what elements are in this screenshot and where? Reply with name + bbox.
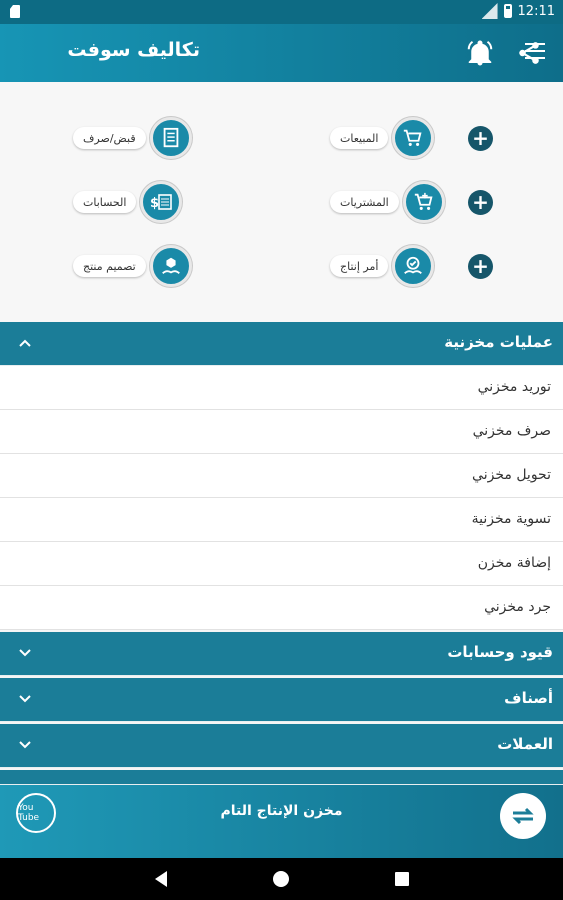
- back-icon[interactable]: [155, 871, 167, 887]
- svg-text:$: $: [150, 196, 159, 211]
- money-icon: $: [140, 181, 183, 223]
- warehouse-operations-list: توريد مخزني صرف مخزني تحويل مخزني تسوية …: [0, 366, 563, 630]
- cart-icon: [392, 117, 435, 159]
- product-design-icon: [149, 245, 192, 287]
- status-time: 12:11: [517, 3, 555, 19]
- app-logo-icon[interactable]: [500, 793, 546, 839]
- tile-purchases[interactable]: المشتريات: [330, 180, 445, 224]
- chevron-down-icon: [19, 695, 31, 703]
- dashboard: + المبيعات قبض/صرف + المشتريات الحسابات …: [0, 82, 563, 322]
- status-bar: 12:11: [0, 0, 563, 24]
- banner-text: مخزن الإنتاج التام: [220, 803, 343, 819]
- add-purchases-button[interactable]: +: [468, 190, 493, 215]
- list-item[interactable]: توريد مخزني: [0, 366, 563, 410]
- section-items[interactable]: أصناف: [0, 678, 563, 722]
- section-currencies[interactable]: العملات: [0, 724, 563, 768]
- chevron-up-icon: [19, 339, 31, 347]
- section-warehouse-operations[interactable]: عمليات مخزنية: [0, 322, 563, 366]
- tile-label: قبض/صرف: [73, 127, 146, 149]
- list-item[interactable]: تسوية مخزنية: [0, 498, 563, 542]
- tile-label: تصميم منتج: [73, 255, 146, 277]
- battery-icon: [503, 4, 512, 18]
- cart-add-icon: [402, 181, 445, 223]
- sim-card-icon: [10, 5, 20, 18]
- add-production-button[interactable]: +: [468, 254, 493, 279]
- home-icon[interactable]: [273, 871, 289, 887]
- app-title: تكاليف سوفت: [67, 39, 200, 61]
- section-partial: [0, 770, 563, 785]
- section-title: قيود وحسابات: [447, 643, 553, 661]
- section-entries-accounts[interactable]: قيود وحسابات: [0, 632, 563, 676]
- signal-icon: [481, 3, 498, 19]
- recent-apps-icon[interactable]: [395, 872, 409, 886]
- tile-receipt-payment[interactable]: قبض/صرف: [73, 116, 192, 160]
- section-title: عمليات مخزنية: [444, 333, 553, 351]
- list-item[interactable]: صرف مخزني: [0, 410, 563, 454]
- tile-sales[interactable]: المبيعات: [330, 116, 435, 160]
- bottom-banner: You Tube مخزن الإنتاج التام: [0, 785, 563, 858]
- nav-bar: [0, 858, 563, 900]
- chevron-down-icon: [19, 741, 31, 749]
- tile-label: أمر إنتاج: [330, 255, 389, 277]
- tile-production-order[interactable]: أمر إنتاج: [330, 244, 435, 288]
- tile-product-design[interactable]: تصميم منتج: [73, 244, 192, 288]
- section-title: أصناف: [504, 689, 553, 707]
- tile-label: المشتريات: [330, 191, 399, 213]
- section-title: العملات: [497, 735, 553, 753]
- tile-accounts[interactable]: الحسابات $: [73, 180, 183, 224]
- app-bar: تكاليف سوفت: [0, 24, 563, 82]
- list-item[interactable]: جرد مخزني: [0, 586, 563, 630]
- tile-label: المبيعات: [330, 127, 389, 149]
- bell-icon[interactable]: [465, 38, 495, 68]
- tile-label: الحسابات: [73, 191, 137, 213]
- receipt-icon: [149, 117, 192, 159]
- list-item[interactable]: إضافة مخزن: [0, 542, 563, 586]
- production-icon: [392, 245, 435, 287]
- list-item[interactable]: تحويل مخزني: [0, 454, 563, 498]
- chevron-down-icon: [19, 649, 31, 657]
- add-sales-button[interactable]: +: [468, 126, 493, 151]
- hamburger-menu-icon[interactable]: [525, 43, 545, 59]
